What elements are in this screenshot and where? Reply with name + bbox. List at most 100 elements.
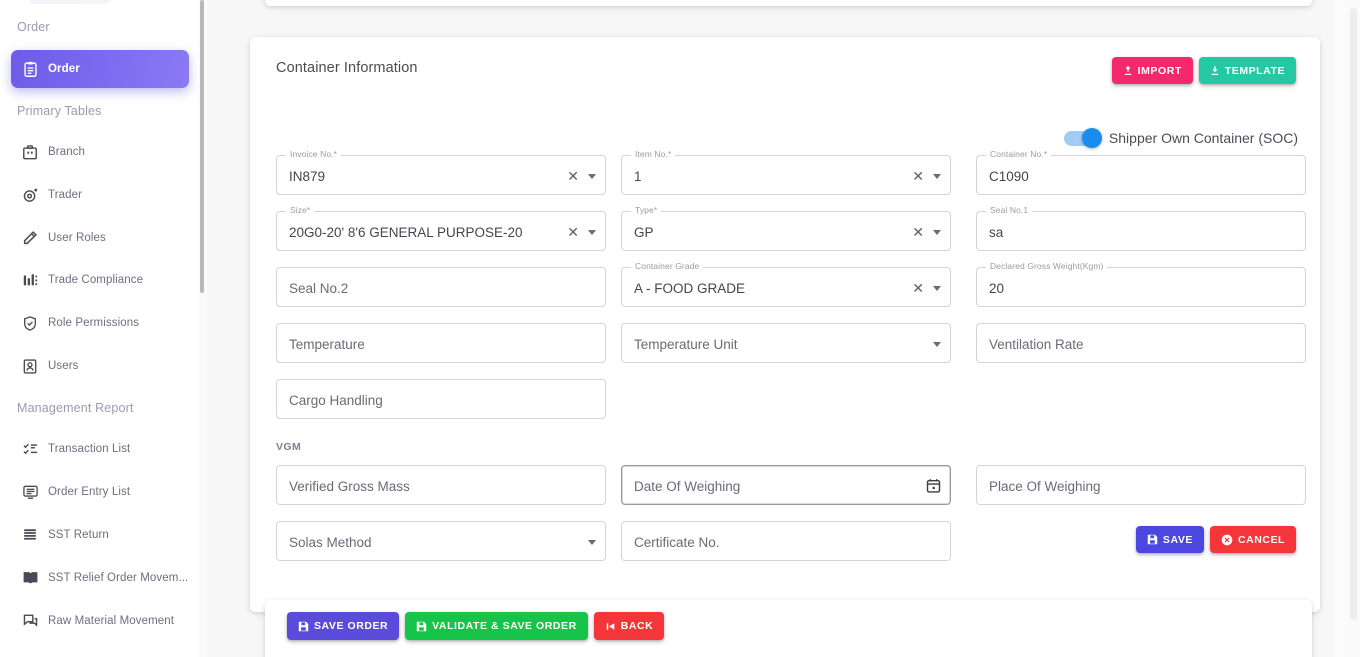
solas-method-field[interactable]: Solas Method (276, 521, 606, 561)
invoice-no-field[interactable]: Invoice No.* IN879 ✕ (276, 149, 606, 195)
sidebar-item-raw-material-movement[interactable]: Raw Material Movement (11, 602, 189, 640)
validate-and-save-order-button[interactable]: VALIDATE & SAVE ORDER (405, 612, 588, 640)
page-scrollbar-track[interactable] (1347, 0, 1360, 657)
back-button[interactable]: BACK (593, 612, 665, 640)
date-of-weighing-field[interactable]: Date Of Weighing (621, 465, 951, 505)
sidebar-item-order[interactable]: Order (11, 50, 189, 88)
form-row: Seal No.2 Container Grade A - FOOD GRADE… (250, 261, 1320, 323)
sidebar-item-transaction-list[interactable]: Transaction List (11, 430, 189, 468)
back-button-label: BACK (620, 620, 654, 632)
size-cell: Size* 20G0-20' 8'6 GENERAL PURPOSE-20 ✕ (276, 205, 606, 251)
certificate-no-placeholder: Certificate No. (634, 534, 720, 550)
container-information-card: Container Information IMPORT TEMPLATE Sh… (250, 37, 1320, 612)
temperature-unit-field[interactable]: Temperature Unit (621, 323, 951, 363)
container-no-cell: Container No.* C1090 (976, 149, 1306, 195)
lines-icon (17, 525, 43, 545)
container-no-value: C1090 (989, 168, 1029, 184)
chevron-down-icon[interactable] (588, 539, 596, 545)
seal-no-2-field[interactable]: Seal No.2 (276, 267, 606, 307)
sidebar-item-users[interactable]: Users (11, 347, 189, 385)
form-row: Temperature Temperature Unit Ventilation… (250, 323, 1320, 379)
sidebar-item-order-entry-list[interactable]: Order Entry List (11, 473, 189, 511)
size-field[interactable]: Size* 20G0-20' 8'6 GENERAL PURPOSE-20 ✕ (276, 205, 606, 251)
declared-gross-weight-cell: Declared Gross Weight(Kgm) 20 (976, 261, 1306, 307)
sidebar-item-trade-compliance[interactable]: Trade Compliance (11, 261, 189, 299)
save-order-button[interactable]: SAVE ORDER (287, 612, 400, 640)
sidebar-item-role-permissions[interactable]: Role Permissions (11, 304, 189, 342)
clear-icon[interactable]: ✕ (912, 281, 924, 295)
temperature-field[interactable]: Temperature (276, 323, 606, 363)
solas-method-cell: Solas Method (276, 521, 606, 561)
item-no-value: 1 (634, 168, 642, 184)
clear-icon[interactable]: ✕ (567, 225, 579, 239)
type-value: GP (634, 224, 654, 240)
verified-gross-mass-cell: Verified Gross Mass (276, 465, 606, 505)
sidebar-scrollbar-thumb[interactable] (200, 0, 204, 293)
calendar-icon[interactable] (926, 478, 941, 494)
ventilation-rate-cell: Ventilation Rate (976, 323, 1306, 363)
chevron-down-icon[interactable] (933, 229, 941, 235)
clear-icon[interactable]: ✕ (912, 169, 924, 183)
type-field[interactable]: Type* GP ✕ (621, 205, 951, 251)
chevron-down-icon[interactable] (588, 229, 596, 235)
temperature-placeholder: Temperature (289, 336, 365, 352)
temperature-unit-cell: Temperature Unit (621, 323, 951, 363)
container-grade-cell: Container Grade A - FOOD GRADE ✕ (621, 261, 951, 308)
sidebar-item-sst-relief-order-movement[interactable]: SST Relief Order Movem... (11, 559, 189, 597)
certificate-no-field[interactable]: Certificate No. (621, 521, 951, 561)
chevron-down-icon[interactable] (588, 173, 596, 179)
import-button-label: IMPORT (1137, 64, 1182, 77)
sidebar-item-branch[interactable]: Branch (11, 133, 189, 171)
import-button[interactable]: IMPORT (1111, 57, 1193, 84)
verified-gross-mass-field[interactable]: Verified Gross Mass (276, 465, 606, 505)
cargo-handling-field[interactable]: Cargo Handling (276, 379, 606, 419)
declared-gross-weight-field[interactable]: Declared Gross Weight(Kgm) 20 (976, 261, 1306, 307)
form-row: Verified Gross Mass Date Of Weighing Pla… (250, 465, 1320, 521)
sidebar-section-primary-tables: Primary Tables (17, 104, 102, 118)
declared-gross-weight-value: 20 (989, 280, 1005, 296)
seal-no-1-value: sa (989, 224, 1004, 240)
sidebar-section-order: Order (17, 20, 50, 34)
template-button-label: TEMPLATE (1224, 64, 1285, 77)
cargo-handling-placeholder: Cargo Handling (289, 392, 383, 408)
soc-toggle-row: Shipper Own Container (SOC) (1063, 128, 1298, 148)
sidebar-item-label: User Roles (48, 232, 106, 244)
chevron-down-icon[interactable] (933, 173, 941, 179)
template-button[interactable]: TEMPLATE (1198, 57, 1296, 84)
item-no-field[interactable]: Item No.* 1 ✕ (621, 149, 951, 195)
cancel-button[interactable]: CANCEL (1209, 526, 1296, 553)
save-disk-icon (298, 621, 309, 632)
shipper-own-container-toggle[interactable] (1063, 128, 1102, 148)
container-grade-adornments: ✕ (912, 268, 941, 308)
save-button[interactable]: SAVE (1135, 526, 1204, 553)
form-row: Invoice No.* IN879 ✕ Item No.* 1 ✕ Conta… (250, 149, 1320, 211)
sidebar-item-sst-return[interactable]: SST Return (11, 516, 189, 554)
temperature-unit-adornments (933, 324, 941, 364)
chevron-down-icon[interactable] (933, 341, 941, 347)
seal-no-1-field[interactable]: Seal No.1 sa (976, 205, 1306, 251)
container-grade-field[interactable]: Container Grade A - FOOD GRADE ✕ (621, 261, 951, 308)
sidebar-item-user-roles[interactable]: User Roles (11, 219, 189, 257)
sidebar-item-trader[interactable]: Trader (11, 176, 189, 214)
container-no-field[interactable]: Container No.* C1090 (976, 149, 1306, 195)
checklist-icon (17, 439, 43, 459)
bar-chart-icon (17, 270, 43, 290)
size-value: 20G0-20' 8'6 GENERAL PURPOSE-20 (289, 224, 523, 240)
toggle-knob (1081, 128, 1102, 148)
close-circle-icon (1221, 534, 1233, 546)
soc-toggle-label: Shipper Own Container (SOC) (1108, 130, 1298, 146)
date-of-weighing-placeholder: Date Of Weighing (634, 478, 741, 494)
upload-icon (1123, 65, 1133, 76)
clear-icon[interactable]: ✕ (567, 169, 579, 183)
sidebar-item-label: Trade Compliance (48, 274, 144, 286)
page-scrollbar-thumb[interactable] (1350, 8, 1357, 620)
page-title: Container Information (276, 60, 418, 76)
previous-section-card (265, 0, 1312, 6)
sidebar-item-label: Raw Material Movement (48, 615, 175, 627)
ventilation-rate-field[interactable]: Ventilation Rate (976, 323, 1306, 363)
clear-icon[interactable]: ✕ (912, 225, 924, 239)
vgm-section: VGM (250, 435, 1320, 465)
chevron-down-icon[interactable] (933, 285, 941, 291)
place-of-weighing-field[interactable]: Place Of Weighing (976, 465, 1306, 505)
seal-no-2-cell: Seal No.2 (276, 267, 606, 307)
